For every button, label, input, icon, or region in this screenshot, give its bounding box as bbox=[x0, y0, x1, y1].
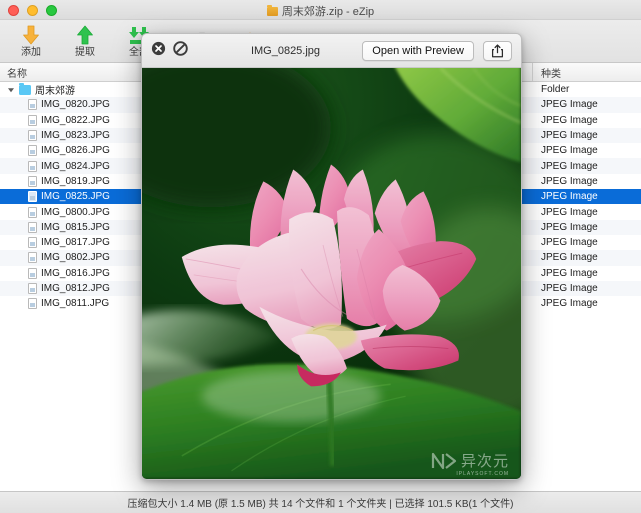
chevron-down-icon[interactable] bbox=[6, 85, 15, 94]
toolbar-add-label: 添加 bbox=[21, 47, 41, 58]
quicklook-header: IMG_0825.jpg Open with Preview bbox=[142, 34, 521, 68]
window-title: 周末郊游.zip - eZip bbox=[281, 6, 375, 18]
file-kind-cell: JPEG Image bbox=[541, 145, 598, 157]
jpeg-file-icon bbox=[28, 283, 37, 294]
file-kind-cell: JPEG Image bbox=[541, 283, 598, 294]
file-kind-cell: JPEG Image bbox=[541, 175, 598, 187]
file-kind-cell: JPEG Image bbox=[541, 130, 598, 142]
jpeg-file-icon bbox=[28, 114, 37, 126]
jpeg-file-icon bbox=[28, 267, 37, 279]
file-name-label: IMG_0812.JPG bbox=[41, 283, 110, 294]
window-titlebar: 周末郊游.zip - eZip bbox=[0, 0, 641, 20]
file-kind-cell: JPEG Image bbox=[541, 267, 598, 279]
jpeg-file-icon bbox=[28, 237, 37, 249]
jpeg-file-icon bbox=[28, 252, 37, 264]
quicklook-header-buttons bbox=[151, 40, 188, 61]
folder-icon bbox=[19, 82, 31, 95]
archive-folder-icon bbox=[266, 4, 278, 16]
jpeg-file-icon bbox=[28, 160, 37, 172]
open-with-preview-button[interactable]: Open with Preview bbox=[362, 40, 474, 61]
file-name-label: IMG_0820.JPG bbox=[41, 99, 110, 111]
quicklook-preview-panel: IMG_0825.jpg Open with Preview 异次元 IPLAY… bbox=[141, 33, 522, 480]
file-name-label: IMG_0825.JPG bbox=[41, 191, 110, 203]
quicklook-image-container: 异次元 IPLAYSOFT.COM bbox=[142, 68, 521, 479]
toolbar-extract-button[interactable]: 提取 bbox=[58, 21, 112, 62]
file-kind-cell: JPEG Image bbox=[541, 221, 598, 233]
jpeg-file-icon bbox=[28, 206, 37, 218]
lotus-photo bbox=[142, 68, 521, 479]
file-name-label: 周末郊游 bbox=[35, 86, 75, 98]
jpeg-file-icon bbox=[28, 145, 37, 157]
file-name-label: IMG_0826.JPG bbox=[41, 145, 110, 157]
file-name-label: IMG_0824.JPG bbox=[41, 160, 110, 172]
download-arrow-icon bbox=[19, 24, 43, 46]
file-kind-cell: JPEG Image bbox=[541, 206, 598, 218]
jpeg-file-icon bbox=[28, 298, 37, 310]
toolbar-extract-label: 提取 bbox=[75, 47, 95, 58]
jpeg-file-icon bbox=[28, 175, 37, 187]
jpeg-file-icon bbox=[28, 191, 37, 203]
file-name-label: IMG_0800.JPG bbox=[41, 206, 110, 218]
file-name-label: IMG_0816.JPG bbox=[41, 267, 110, 279]
file-kind-cell: JPEG Image bbox=[541, 160, 598, 172]
file-name-label: IMG_0823.JPG bbox=[41, 130, 110, 142]
quicklook-actions: Open with Preview bbox=[362, 40, 512, 61]
upload-arrow-icon bbox=[73, 24, 97, 46]
file-name-label: IMG_0822.JPG bbox=[41, 114, 110, 126]
column-header-kind[interactable]: 种类 bbox=[533, 63, 641, 81]
status-bar-text: 压缩包大小 1.4 MB (原 1.5 MB) 共 14 个文件和 1 个文件夹… bbox=[127, 499, 514, 510]
file-kind-cell: Folder bbox=[541, 84, 570, 96]
file-name-label: IMG_0815.JPG bbox=[41, 221, 110, 233]
share-button[interactable] bbox=[483, 40, 512, 61]
file-kind-cell: JPEG Image bbox=[541, 114, 598, 126]
file-kind-cell: JPEG Image bbox=[541, 237, 598, 249]
file-kind-cell: JPEG Image bbox=[541, 191, 598, 203]
status-bar: 压缩包大小 1.4 MB (原 1.5 MB) 共 14 个文件和 1 个文件夹… bbox=[0, 491, 641, 513]
file-name-label: IMG_0811.JPG bbox=[41, 298, 110, 310]
close-icon[interactable] bbox=[151, 41, 166, 61]
file-kind-cell: JPEG Image bbox=[541, 252, 598, 264]
jpeg-file-icon bbox=[28, 221, 37, 233]
toolbar-add-button[interactable]: 添加 bbox=[4, 21, 58, 62]
file-name-label: IMG_0802.JPG bbox=[41, 252, 110, 264]
file-kind-cell: JPEG Image bbox=[541, 99, 598, 111]
no-entry-icon[interactable] bbox=[173, 40, 188, 61]
file-name-label: IMG_0817.JPG bbox=[41, 237, 110, 249]
jpeg-file-icon bbox=[28, 99, 37, 111]
jpeg-file-icon bbox=[28, 130, 37, 142]
file-name-label: IMG_0819.JPG bbox=[41, 175, 110, 187]
file-kind-cell: JPEG Image bbox=[541, 298, 598, 310]
share-icon bbox=[491, 43, 504, 57]
window-title-group: 周末郊游.zip - eZip bbox=[0, 3, 641, 19]
